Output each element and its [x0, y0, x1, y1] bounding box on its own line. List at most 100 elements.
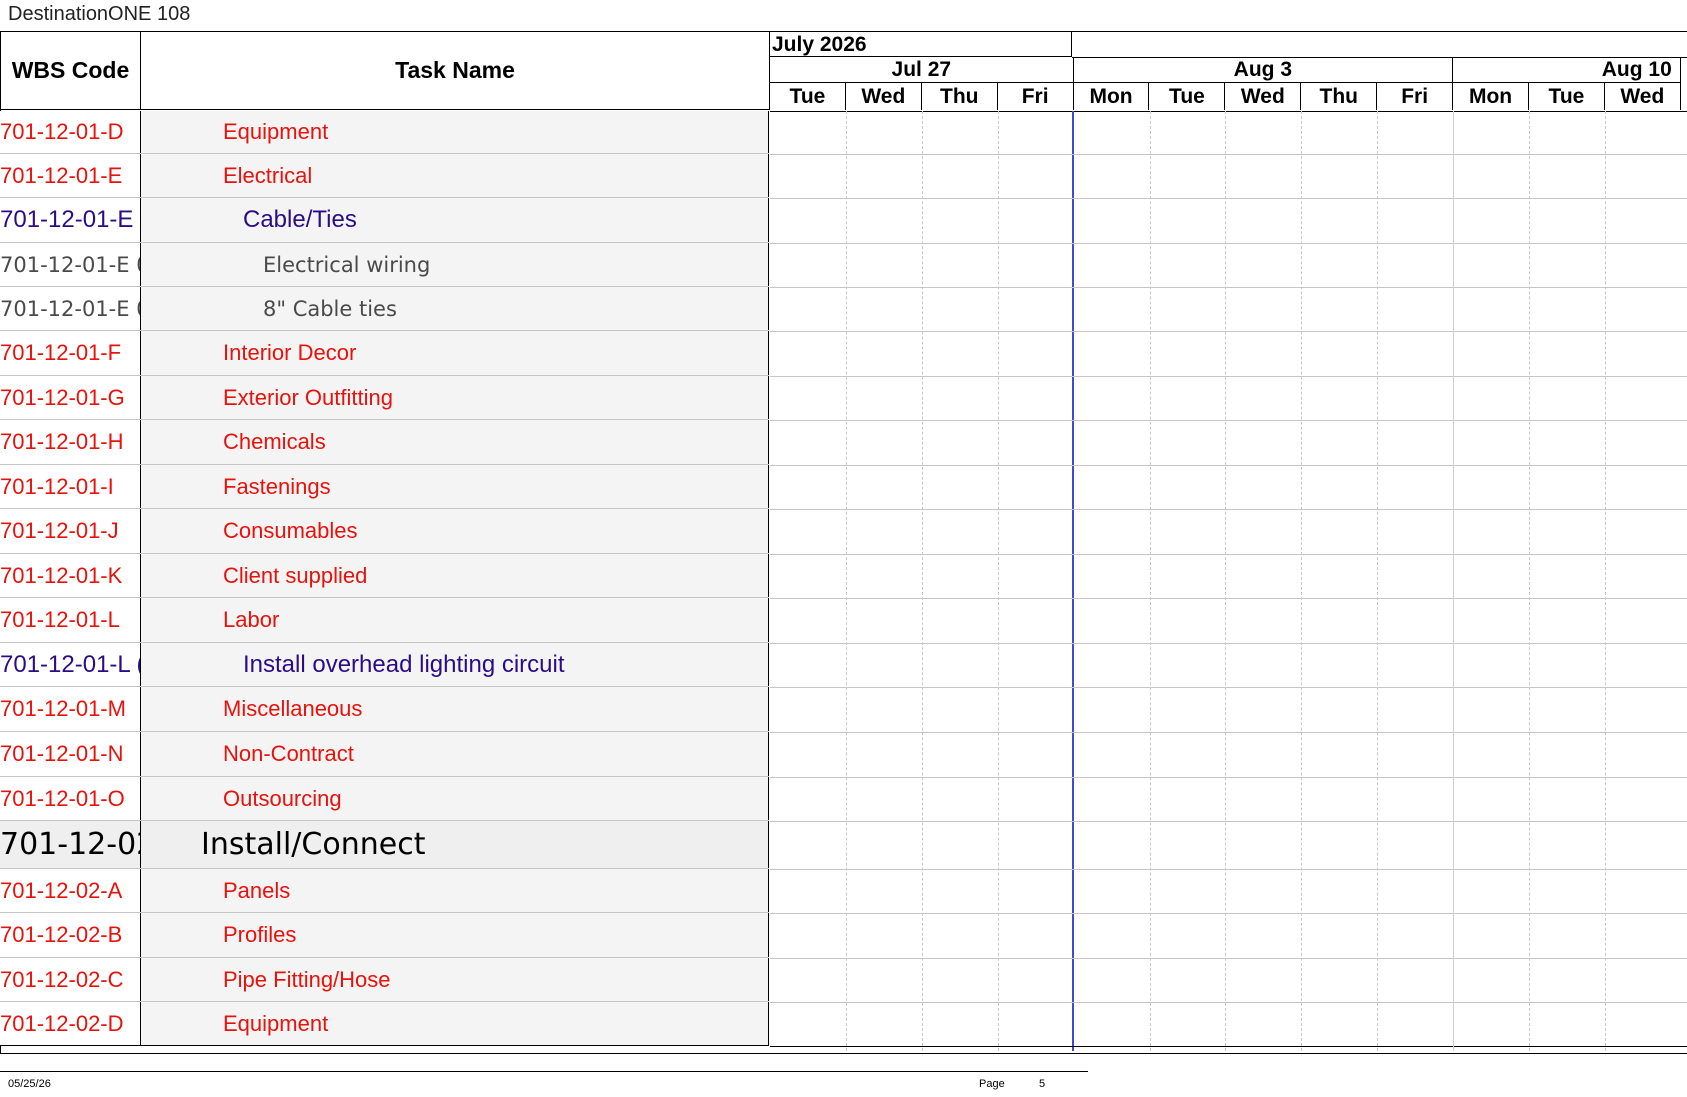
task-name-cell: Install/Connect: [141, 821, 769, 868]
task-row[interactable]: 701-12-02-B Profiles: [0, 913, 769, 958]
gantt-row-gridline: [770, 1002, 1687, 1003]
task-name-cell: Install overhead lighting circuit: [141, 643, 769, 686]
gantt-row-gridline: [770, 198, 1687, 199]
wbs-code-cell: 701-12-02-D: [0, 1002, 141, 1045]
wbs-code-cell: 701-12-01-K: [0, 554, 141, 597]
month-next-cell: [1072, 32, 1687, 58]
task-row[interactable]: 701-12-01-I Fastenings: [0, 465, 769, 509]
task-row[interactable]: 701-12-02-A Panels: [0, 869, 769, 913]
gantt-row-gridline: [770, 777, 1687, 778]
task-name-cell: Interior Decor: [141, 331, 769, 375]
week-label: Aug 3: [1073, 57, 1454, 83]
gantt-row-gridline: [770, 1046, 1687, 1047]
gantt-row-gridline: [770, 598, 1687, 599]
gantt-row-gridline: [770, 243, 1687, 244]
task-name-cell: Non-Contract: [141, 732, 769, 776]
task-row[interactable]: 701-12-01-D Equipment: [0, 111, 769, 154]
page-number: 5: [1039, 1078, 1046, 1090]
task-row[interactable]: 701-12-01-J Consumables: [0, 509, 769, 554]
task-row[interactable]: 701-12-01-E (Cable/Ties: [0, 198, 769, 243]
gantt-row-gridline: [770, 154, 1687, 155]
wbs-code-cell: 701-12-02-C: [0, 958, 141, 1001]
week-label: Jul 27: [770, 57, 1074, 83]
gantt-day-gridline: [921, 111, 923, 1051]
wbs-code-cell: 701-12-01-E (: [0, 198, 141, 242]
task-name-cell: Panels: [141, 869, 769, 912]
wbs-code-cell: 701-12-01-L (: [0, 643, 141, 686]
day-label[interactable]: Wed: [1225, 83, 1302, 110]
task-row[interactable]: 701-12-02-C Pipe Fitting/Hose: [0, 958, 769, 1002]
task-name-cell: Profiles: [141, 913, 769, 957]
task-name-cell: 8" Cable ties: [141, 287, 769, 330]
timeline-header: July 2026 Jul 27 Aug 3 Aug 10 Tue Wed Thu Fri Mo…: [770, 32, 1687, 112]
task-name-cell: Electrical: [141, 154, 769, 197]
gantt-row-gridline: [770, 331, 1687, 332]
task-name-cell: Equipment: [141, 1002, 769, 1045]
gantt-day-gridline: [1149, 111, 1151, 1051]
gantt-row-gridline: [770, 465, 1687, 466]
task-row[interactable]: 701-12-01-E 01Electrical wiring: [0, 243, 769, 287]
task-name-cell: Labor: [141, 598, 769, 642]
task-row[interactable]: 701-12-01-L Labor: [0, 598, 769, 643]
wbs-code-header[interactable]: WBS Code: [1, 32, 141, 110]
day-label[interactable]: Thu: [922, 83, 998, 110]
task-row[interactable]: 701-12-01-E 018" Cable ties: [0, 287, 769, 331]
gantt-row-gridline: [770, 376, 1687, 377]
task-row[interactable]: 701-12-01-K Client supplied: [0, 554, 769, 598]
wbs-code-cell: 701-12-01-I: [0, 465, 141, 508]
task-name-cell: Consumables: [141, 509, 769, 553]
task-name-cell: Equipment: [141, 111, 769, 153]
gantt-day-gridline: [1301, 111, 1303, 1051]
wbs-code-cell: 701-12-01-M: [0, 687, 141, 731]
print-date: 05/25/26: [8, 1078, 51, 1090]
wbs-code-cell: 701-12-02-A: [0, 869, 141, 912]
day-label[interactable]: Fri: [1377, 83, 1454, 110]
gantt-row-gridline: [770, 554, 1687, 555]
day-label[interactable]: Fri: [998, 83, 1074, 110]
task-name-header[interactable]: Task Name: [141, 32, 770, 110]
gantt-day-gridline: [845, 111, 847, 1051]
day-label[interactable]: Wed: [846, 83, 922, 110]
task-row[interactable]: 701-12-01-H Chemicals: [0, 420, 769, 465]
wbs-code-cell: 701-12-01-L: [0, 598, 141, 642]
wbs-code-cell: 701-12-01-J: [0, 509, 141, 553]
task-name-cell: Chemicals: [141, 420, 769, 464]
day-label[interactable]: Tue: [1150, 83, 1226, 110]
current-date-line: [1072, 111, 1074, 1051]
gantt-row-gridline: [770, 958, 1687, 959]
month-label: July 2026: [770, 32, 1072, 57]
gantt-chart-area[interactable]: [770, 111, 1687, 1051]
task-row[interactable]: 701-12-02 Install/Connect: [0, 821, 769, 869]
task-row[interactable]: 701-12-01-L (Install overhead lighting c…: [0, 643, 769, 687]
day-label[interactable]: Tue: [1529, 83, 1605, 110]
task-row[interactable]: 701-12-01-F Interior Decor: [0, 331, 769, 376]
task-row[interactable]: 701-12-01-N Non-Contract: [0, 732, 769, 777]
wbs-code-cell: 701-12-02-B: [0, 913, 141, 957]
day-label[interactable]: Thu: [1301, 83, 1378, 110]
gantt-day-gridline: [997, 111, 999, 1051]
gantt-day-gridline: [1529, 111, 1530, 1051]
task-row[interactable]: 701-12-01-E Electrical: [0, 154, 769, 198]
day-label[interactable]: Wed: [1605, 83, 1681, 110]
wbs-code-cell: 701-12-01-H: [0, 420, 141, 464]
task-name-cell: Pipe Fitting/Hose: [141, 958, 769, 1001]
task-name-cell: Exterior Outfitting: [141, 376, 769, 419]
gantt-day-gridline: [1377, 111, 1379, 1051]
task-row[interactable]: 701-12-01-M Miscellaneous: [0, 687, 769, 732]
task-row[interactable]: 701-12-02-D Equipment: [0, 1002, 769, 1046]
gantt-row-gridline: [770, 732, 1687, 733]
day-label[interactable]: Mon: [1074, 83, 1150, 110]
gantt-row-gridline: [770, 420, 1687, 421]
day-label[interactable]: Mon: [1453, 83, 1529, 110]
task-name-cell: Electrical wiring: [141, 243, 769, 286]
task-name-cell: Outsourcing: [141, 777, 769, 820]
footer-divider: [0, 1071, 1088, 1072]
task-row[interactable]: 701-12-01-G Exterior Outfitting: [0, 376, 769, 420]
gantt-row-gridline: [770, 687, 1687, 688]
page-label: Page: [979, 1078, 1005, 1090]
wbs-code-cell: 701-12-02: [0, 821, 141, 868]
task-row[interactable]: 701-12-01-O Outsourcing: [0, 777, 769, 821]
gantt-row-gridline: [770, 869, 1687, 870]
task-name-cell: Cable/Ties: [141, 198, 769, 242]
day-label[interactable]: Tue: [770, 83, 846, 110]
